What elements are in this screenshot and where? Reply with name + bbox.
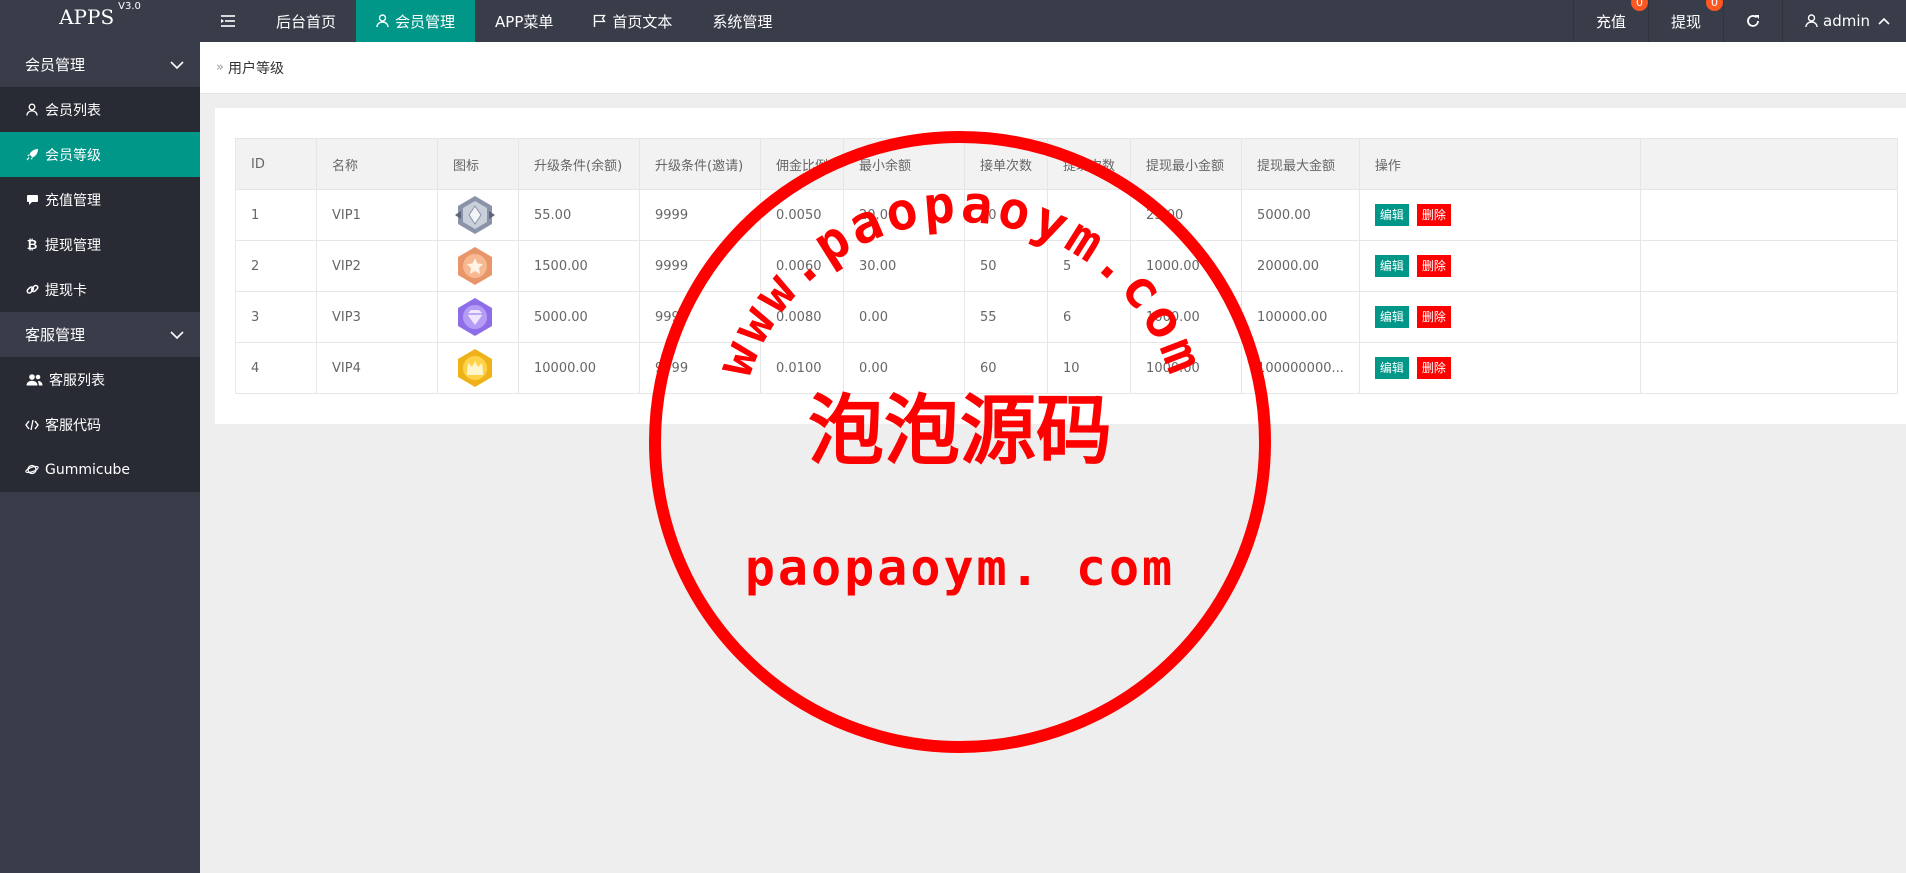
level-icon bbox=[437, 240, 519, 292]
bronze-medal-icon bbox=[458, 247, 492, 285]
table-row: 2 VIP2 1500.00 9999 0.0060 30.00 50 5 10… bbox=[235, 240, 1898, 292]
delete-button[interactable]: 删除 bbox=[1416, 357, 1451, 379]
level-icon bbox=[437, 291, 519, 343]
nav-app-menu[interactable]: APP菜单 bbox=[475, 0, 573, 42]
col-name: 名称 bbox=[316, 138, 438, 190]
row-actions: 编辑 删除 bbox=[1358, 240, 1641, 292]
level-table: ID 名称 图标 升级条件(余额) 升级条件(邀请) 佣金比例 最小余额 接单次… bbox=[235, 138, 1898, 394]
user-icon bbox=[1805, 14, 1818, 28]
withdraw-badge: 0 bbox=[1706, 0, 1723, 11]
row-actions: 编辑 删除 bbox=[1358, 291, 1641, 343]
sidebar: 会员管理 会员列表 会员等级 充值管理 ₿ 提现管理 提现卡 客服管理 客服列表… bbox=[0, 42, 200, 873]
code-icon bbox=[25, 418, 39, 432]
col-commission: 佣金比例 bbox=[759, 138, 845, 190]
comment-icon bbox=[25, 193, 39, 207]
rocket-icon bbox=[25, 148, 39, 162]
sidebar-submenu-member: 会员列表 会员等级 充值管理 ₿ 提现管理 提现卡 bbox=[0, 87, 200, 312]
logo[interactable]: APPS V3.0 bbox=[0, 0, 200, 42]
col-upgrade-balance: 升级条件(余额) bbox=[518, 138, 640, 190]
table-header-row: ID 名称 图标 升级条件(余额) 升级条件(邀请) 佣金比例 最小余额 接单次… bbox=[235, 138, 1898, 190]
col-id: ID bbox=[235, 138, 317, 190]
silver-medal-icon bbox=[455, 196, 495, 234]
row-actions: 编辑 删除 bbox=[1358, 342, 1641, 394]
sidebar-item-member-level[interactable]: 会员等级 bbox=[0, 132, 200, 177]
sidebar-item-member-list[interactable]: 会员列表 bbox=[0, 87, 200, 132]
level-icon bbox=[437, 342, 519, 394]
main-content: » 用户等级 ID 名称 图标 升级条件(余额) 升级条件(邀请) 佣金比例 最… bbox=[200, 42, 1906, 873]
sidebar-item-recharge[interactable]: 充值管理 bbox=[0, 177, 200, 222]
edit-button[interactable]: 编辑 bbox=[1374, 357, 1409, 379]
nav-system-management[interactable]: 系统管理 bbox=[692, 0, 792, 42]
top-header: APPS V3.0 后台首页 会员管理 APP菜单 首页文本 系统管理 充值 0… bbox=[0, 0, 1906, 42]
nav-home[interactable]: 后台首页 bbox=[256, 0, 356, 42]
edit-button[interactable]: 编辑 bbox=[1374, 255, 1409, 277]
sidebar-item-gummicube[interactable]: Gummicube bbox=[0, 447, 200, 492]
sidebar-item-withdraw[interactable]: ₿ 提现管理 bbox=[0, 222, 200, 267]
user-icon bbox=[376, 14, 389, 28]
level-icon bbox=[437, 189, 519, 241]
menu-toggle-icon bbox=[221, 15, 235, 27]
chevron-up-icon bbox=[1878, 17, 1890, 25]
col-withdraw-min: 提现最小金额 bbox=[1130, 138, 1243, 190]
sidebar-group-service[interactable]: 客服管理 bbox=[0, 312, 200, 357]
top-nav: 后台首页 会员管理 APP菜单 首页文本 系统管理 bbox=[200, 0, 792, 42]
diamond-medal-icon bbox=[458, 298, 492, 336]
edit-button[interactable]: 编辑 bbox=[1374, 204, 1409, 226]
link-icon bbox=[25, 283, 39, 297]
col-min-balance: 最小余额 bbox=[843, 138, 966, 190]
edit-button[interactable]: 编辑 bbox=[1374, 306, 1409, 328]
breadcrumb: » 用户等级 bbox=[200, 42, 1906, 94]
withdraw-button[interactable]: 提现 0 bbox=[1647, 0, 1723, 42]
col-withdraw-max: 提现最大金额 bbox=[1241, 138, 1360, 190]
sidebar-group-member[interactable]: 会员管理 bbox=[0, 42, 200, 87]
menu-toggle-button[interactable] bbox=[200, 0, 256, 42]
col-actions: 操作 bbox=[1358, 138, 1641, 190]
sidebar-submenu-service: 客服列表 客服代码 Gummicube bbox=[0, 357, 200, 492]
nav-home-text[interactable]: 首页文本 bbox=[573, 0, 692, 42]
username: admin bbox=[1823, 12, 1870, 30]
col-spacer bbox=[1639, 138, 1898, 190]
users-icon bbox=[25, 373, 43, 387]
table-row: 4 VIP4 10000.00 9999 0.0100 0.00 60 10 1… bbox=[235, 342, 1898, 394]
col-upgrade-invite: 升级条件(邀请) bbox=[639, 138, 761, 190]
level-table-card: ID 名称 图标 升级条件(余额) 升级条件(邀请) 佣金比例 最小余额 接单次… bbox=[215, 108, 1906, 424]
version-label: V3.0 bbox=[118, 1, 141, 12]
recharge-badge: 0 bbox=[1630, 0, 1648, 11]
flag-icon bbox=[593, 14, 607, 28]
row-actions: 编辑 删除 bbox=[1358, 189, 1641, 241]
table-row: 3 VIP3 5000.00 9999 0.0080 0.00 55 6 100… bbox=[235, 291, 1898, 343]
table-row: 1 VIP1 55.00 9999 0.0050 20.00 40 25.00 … bbox=[235, 189, 1898, 241]
breadcrumb-current: 用户等级 bbox=[227, 60, 284, 77]
chevron-down-icon bbox=[170, 330, 184, 339]
delete-button[interactable]: 删除 bbox=[1416, 204, 1451, 226]
user-icon bbox=[25, 103, 39, 117]
col-order-count: 接单次数 bbox=[964, 138, 1049, 190]
col-withdraw-times: 提现次数 bbox=[1047, 138, 1132, 190]
gold-medal-icon bbox=[458, 349, 492, 387]
chevron-down-icon bbox=[170, 60, 184, 69]
sidebar-item-service-list[interactable]: 客服列表 bbox=[0, 357, 200, 402]
user-menu[interactable]: admin bbox=[1782, 0, 1906, 42]
delete-button[interactable]: 删除 bbox=[1416, 255, 1451, 277]
delete-button[interactable]: 删除 bbox=[1416, 306, 1451, 328]
header-right: 充值 0 提现 0 admin bbox=[1572, 0, 1906, 42]
refresh-button[interactable] bbox=[1723, 0, 1782, 42]
refresh-icon bbox=[1747, 15, 1759, 27]
nav-member-management[interactable]: 会员管理 bbox=[356, 0, 476, 42]
logo-text: APPS bbox=[59, 5, 115, 29]
sidebar-item-withdraw-card[interactable]: 提现卡 bbox=[0, 267, 200, 312]
sidebar-item-service-code[interactable]: 客服代码 bbox=[0, 402, 200, 447]
planet-icon bbox=[25, 463, 39, 477]
bitcoin-icon: ₿ bbox=[26, 237, 38, 253]
recharge-button[interactable]: 充值 0 bbox=[1572, 0, 1648, 42]
col-icon: 图标 bbox=[437, 138, 519, 190]
double-chevron-right-icon: » bbox=[216, 60, 224, 75]
